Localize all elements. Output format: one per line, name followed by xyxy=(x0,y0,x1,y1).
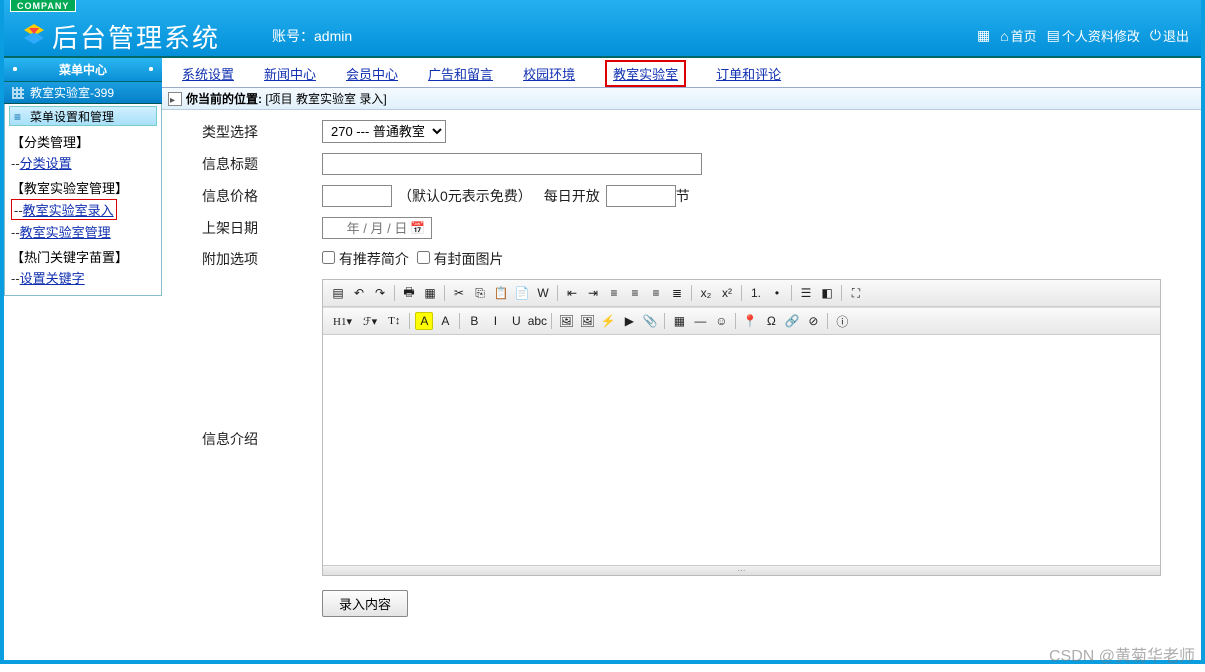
sidebar-item[interactable]: --设置关键字 xyxy=(11,268,157,287)
menu-center-header: 菜单中心 xyxy=(4,58,162,82)
type-select[interactable]: 270 --- 普通教室 xyxy=(322,120,446,143)
tab-教室实验室[interactable]: 教室实验室 xyxy=(605,60,686,87)
profile-link[interactable]: ▤个人资料修改 xyxy=(1047,26,1140,45)
breadcrumb: 你当前的位置: [项目 教室实验室 录入] xyxy=(162,88,1201,110)
source-icon[interactable]: ▤ xyxy=(329,284,347,302)
template-icon[interactable]: ▦ xyxy=(421,284,439,302)
font-select[interactable]: ℱ▾ xyxy=(359,312,381,330)
system-title: 后台管理系统 xyxy=(52,18,220,55)
redo-icon[interactable]: ↷ xyxy=(371,284,389,302)
italic-icon[interactable]: I xyxy=(486,312,504,330)
color-icon[interactable]: A xyxy=(415,312,433,330)
ol-icon[interactable]: 1. xyxy=(747,284,765,302)
title-input[interactable] xyxy=(322,153,702,175)
sidebar-group-title: 【教室实验室管理】 xyxy=(11,178,157,197)
sidebar: 菜单中心 教室实验室-399 菜单设置和管理 【分类管理】 --分类设置【教室实验… xyxy=(4,58,162,660)
tab-校园环境[interactable]: 校园环境 xyxy=(523,64,575,87)
char-icon[interactable]: Ω xyxy=(762,312,780,330)
size-select[interactable]: T↕ xyxy=(384,312,404,330)
top-tabs: 系统设置 新闻中心 会员中心 广告和留言 校园环境 教室实验室 订单和评论 xyxy=(162,58,1201,88)
daily-open-label: 每日开放 xyxy=(544,186,600,206)
paste-text-icon[interactable]: 📄 xyxy=(513,284,531,302)
type-label: 类型选择 xyxy=(202,122,322,142)
date-input[interactable] xyxy=(322,217,432,239)
intro-label: 信息介绍 xyxy=(202,279,322,576)
underline-icon[interactable]: U xyxy=(507,312,525,330)
editor-resize-handle[interactable]: ⋯ xyxy=(323,565,1160,575)
slot-unit: 节 xyxy=(676,186,690,206)
bgcolor-icon[interactable]: A xyxy=(436,312,454,330)
link-icon[interactable]: 🔗 xyxy=(783,312,801,330)
print-icon[interactable]: 🖶 xyxy=(400,284,418,302)
addon-cover-checkbox[interactable] xyxy=(417,251,430,264)
addon-cover-option[interactable]: 有封面图片 xyxy=(417,249,504,269)
unlink-icon[interactable]: ⊘ xyxy=(804,312,822,330)
select-all-icon[interactable]: ☰ xyxy=(797,284,815,302)
sidebar-group-title: 【分类管理】 xyxy=(11,132,157,151)
undo-icon[interactable]: ↶ xyxy=(350,284,368,302)
tab-广告和留言[interactable]: 广告和留言 xyxy=(428,64,493,87)
eraser-icon[interactable]: ◧ xyxy=(818,284,836,302)
paste-icon[interactable]: 📋 xyxy=(492,284,510,302)
grid-icon: ▦ xyxy=(977,27,990,44)
addon-rec-checkbox[interactable] xyxy=(322,251,335,264)
strike-icon[interactable]: abc xyxy=(528,312,546,330)
outdent-icon[interactable]: ⇤ xyxy=(563,284,581,302)
addon-rec-option[interactable]: 有推荐简介 xyxy=(322,249,409,269)
price-label: 信息价格 xyxy=(202,186,322,206)
heading-select[interactable]: H1▾ xyxy=(329,312,356,330)
table-icon[interactable]: ▦ xyxy=(670,312,688,330)
copy-icon[interactable]: ⎘ xyxy=(471,284,489,302)
align-left-icon[interactable]: ≡ xyxy=(605,284,623,302)
sidebar-item[interactable]: --分类设置 xyxy=(11,153,157,172)
date-label: 上架日期 xyxy=(202,218,322,238)
logo-icon xyxy=(22,22,46,46)
tab-订单和评论[interactable]: 订单和评论 xyxy=(716,64,781,87)
indent-icon[interactable]: ⇥ xyxy=(584,284,602,302)
align-right-icon[interactable]: ≡ xyxy=(647,284,665,302)
map-icon[interactable]: 📍 xyxy=(741,312,759,330)
account-label: 账号：admin xyxy=(272,26,352,46)
section-header: 菜单设置和管理 xyxy=(9,106,157,126)
bold-icon[interactable]: B xyxy=(465,312,483,330)
price-hint: （默认0元表示免费） xyxy=(398,186,532,206)
price-input[interactable] xyxy=(322,185,392,207)
sub-icon[interactable]: x₂ xyxy=(697,284,715,302)
fullscreen-icon[interactable]: ⛶ xyxy=(847,284,865,302)
slot-input[interactable] xyxy=(606,185,676,207)
sup-icon[interactable]: x² xyxy=(718,284,736,302)
tab-会员中心[interactable]: 会员中心 xyxy=(346,64,398,87)
flash-icon[interactable]: ⚡ xyxy=(599,312,617,330)
rich-editor: ▤↶↷🖶▦✂⎘📋📄W⇤⇥≡≡≡≣x₂x²1.•☰◧⛶ H1▾ℱ▾T↕AABIUa… xyxy=(322,279,1161,576)
justify-icon[interactable]: ≣ xyxy=(668,284,686,302)
profile-icon: ▤ xyxy=(1047,27,1060,44)
home-link[interactable]: ⌂首页 xyxy=(1000,26,1036,45)
sidebar-item[interactable]: --教室实验室管理 xyxy=(11,222,157,241)
align-center-icon[interactable]: ≡ xyxy=(626,284,644,302)
module-bar: 教室实验室-399 xyxy=(4,82,162,104)
about-icon[interactable]: ⓘ xyxy=(833,312,851,330)
logout-link[interactable]: ⏻退出 xyxy=(1150,26,1189,45)
ul-icon[interactable]: • xyxy=(768,284,786,302)
editor-canvas[interactable] xyxy=(323,335,1160,565)
image-icon[interactable]: 🖼 xyxy=(557,312,575,330)
paste-word-icon[interactable]: W xyxy=(534,284,552,302)
tab-新闻中心[interactable]: 新闻中心 xyxy=(264,64,316,87)
multi-image-icon[interactable]: 🖼 xyxy=(578,312,596,330)
title-label: 信息标题 xyxy=(202,154,322,174)
sidebar-item[interactable]: --教室实验室录入 xyxy=(11,199,117,220)
company-tag: COMPANY xyxy=(10,0,76,12)
file-icon[interactable]: 📎 xyxy=(641,312,659,330)
home-icon: ⌂ xyxy=(1000,28,1008,44)
media-icon[interactable]: ▶ xyxy=(620,312,638,330)
sidebar-group-title: 【热门关键字苗置】 xyxy=(11,247,157,266)
hr-icon[interactable]: — xyxy=(691,312,709,330)
cut-icon[interactable]: ✂ xyxy=(450,284,468,302)
power-icon: ⏻ xyxy=(1150,27,1161,44)
tab-系统设置[interactable]: 系统设置 xyxy=(182,64,234,87)
addon-label: 附加选项 xyxy=(202,249,322,269)
emoji-icon[interactable]: ☺ xyxy=(712,312,730,330)
submit-button[interactable]: 录入内容 xyxy=(322,590,408,617)
header-bar: COMPANY 后台管理系统 账号：admin ▦ ⌂首页 ▤个人资料修改 ⏻退… xyxy=(4,0,1201,58)
